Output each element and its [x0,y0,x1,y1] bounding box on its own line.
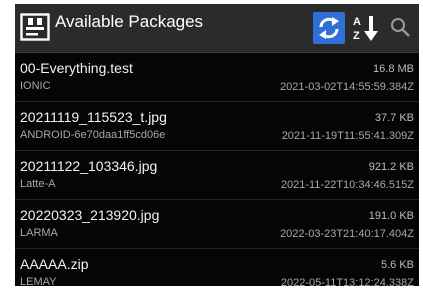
refresh-button[interactable] [313,12,345,44]
package-source: IONIC [20,80,51,92]
package-size: 921.2 KB [368,161,414,173]
search-button[interactable] [388,12,412,44]
package-row[interactable]: 20220323_213920.jpg LARMA 191.0 KB 2022-… [15,200,419,249]
package-source: Latte-A [20,178,56,190]
toolbar: Available Packages A Z [15,4,419,53]
refresh-icon [319,17,339,39]
app-screen: Available Packages A Z 00-Everything.tes… [15,4,419,286]
package-row[interactable]: 00-Everything.test IONIC 16.8 MB 2021-03… [15,53,419,102]
package-date: 2021-03-02T14:55:59.384Z [280,81,414,93]
sort-button[interactable]: A Z [349,12,385,44]
sort-alpha-down-icon: A Z [353,16,378,42]
package-date: 2021-11-19T11:55:41.309Z [281,130,414,142]
package-row[interactable]: 20211119_115523_t.jpg ANDROID-6e70daa1ff… [15,102,419,151]
toolbar-title: Available Packages [55,12,204,31]
package-row[interactable]: 20211122_103346.jpg Latte-A 921.2 KB 202… [15,151,419,200]
package-name: 20220323_213920.jpg [20,207,160,223]
package-size: 5.6 KB [380,259,414,271]
package-source: ANDROID-6e70daa1ff5cd06e [20,129,166,141]
package-source: LEMAY [20,276,57,286]
package-name: 20211122_103346.jpg [20,158,158,174]
package-size: 16.8 MB [373,63,414,75]
package-size: 37.7 KB [374,112,414,124]
package-date: 2021-11-22T10:34:46.515Z [280,179,414,191]
svg-text:Z: Z [353,30,360,42]
package-name: 20211119_115523_t.jpg [20,109,167,125]
svg-text:A: A [353,16,361,28]
package-date: 2022-05-11T13:12:24.338Z [280,277,414,286]
package-source: LARMA [20,227,58,239]
package-row[interactable]: AAAAA.zip LEMAY 5.6 KB 2022-05-11T13:12:… [15,249,419,286]
package-date: 2022-03-23T21:40:17.404Z [280,228,414,240]
package-app-icon[interactable] [20,13,50,41]
package-name: 00-Everything.test [20,60,133,76]
search-icon [391,18,410,37]
package-name: AAAAA.zip [20,256,89,272]
package-list: 00-Everything.test IONIC 16.8 MB 2021-03… [15,53,419,286]
package-size: 191.0 KB [368,210,414,222]
